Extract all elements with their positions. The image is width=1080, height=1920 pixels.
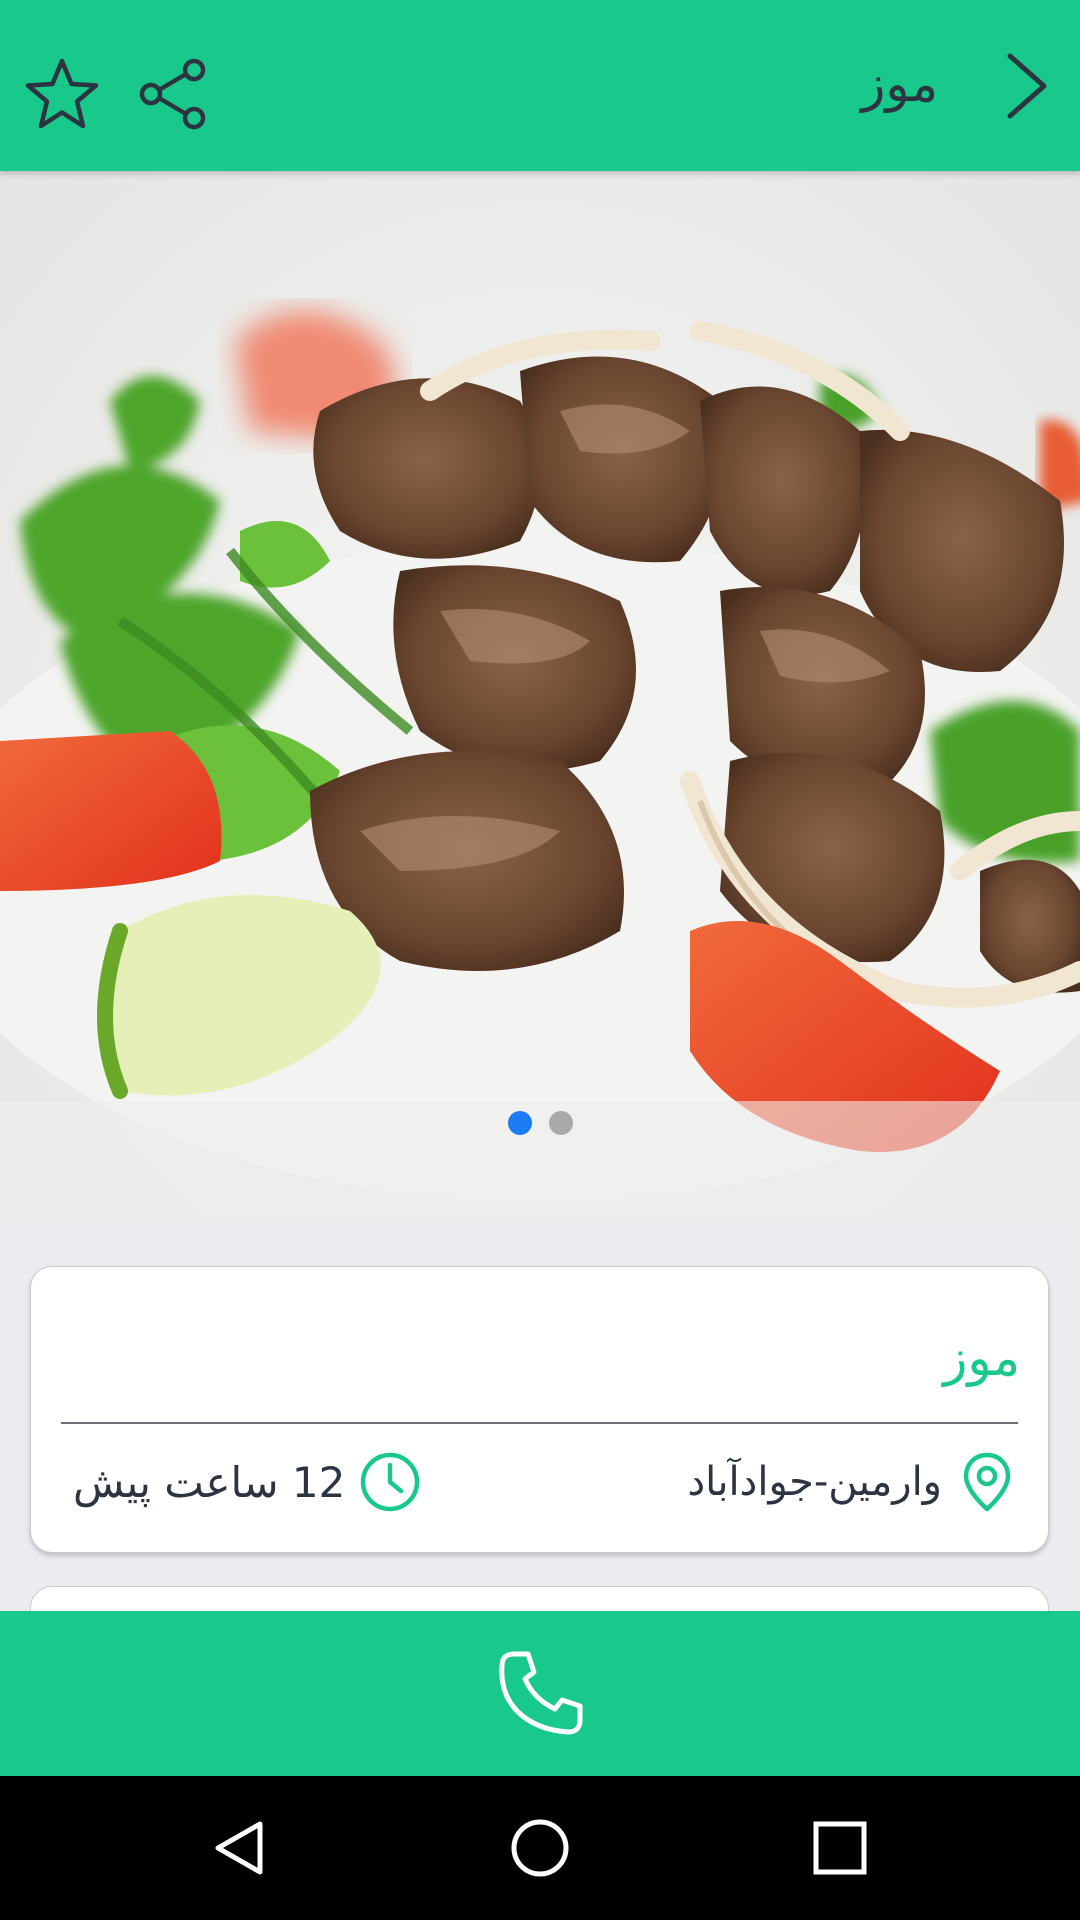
ad-info-card: موز وارمین-جوادآباد 12 ساعت پیش [30,1266,1049,1553]
system-nav-bar [0,1776,1080,1920]
pager-dot-active[interactable] [507,1111,532,1135]
favorite-button[interactable] [20,52,104,136]
back-button[interactable] [986,46,1066,126]
salad-with-beef-photo [0,311,1080,1220]
chevron-right-icon [1007,53,1047,119]
location-row: وارمین-جوادآباد [687,1443,1014,1521]
share-button[interactable] [132,52,216,136]
page-title: موز [861,55,938,113]
call-button[interactable] [0,1611,1080,1776]
pager-dot[interactable] [548,1111,573,1135]
location-pin-icon [963,1452,1011,1512]
ad-image-carousel[interactable] [0,171,1080,1220]
recents-square-icon [813,1821,867,1875]
time-text: 12 ساعت پیش [73,1457,346,1507]
star-outline-icon [25,58,99,129]
nav-recents-button[interactable] [798,1806,882,1890]
location-text: وارمین-جوادآباد [687,1459,942,1505]
nav-home-button[interactable] [498,1806,582,1890]
clock-icon [361,1452,420,1512]
share-icon [139,58,206,130]
back-triangle-icon [215,1821,263,1875]
divider [61,1422,1018,1424]
home-circle-icon [511,1819,569,1877]
ad-title: موز [943,1329,1020,1387]
carousel-pager [0,1111,1080,1135]
time-row: 12 ساعت پیش [73,1443,421,1521]
phone-icon [499,1651,583,1734]
app-bar: موز [0,0,1080,171]
nav-back-button[interactable] [198,1806,282,1890]
